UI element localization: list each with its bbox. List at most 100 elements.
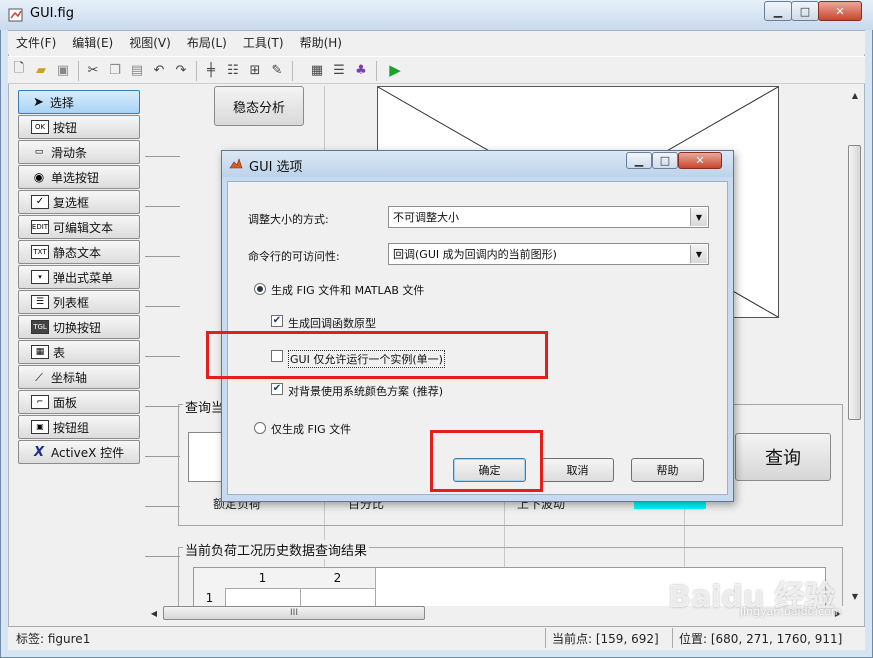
palette-axes[interactable]: ⟋ 坐标轴 xyxy=(18,365,140,389)
copy-icon[interactable]: ❐ xyxy=(106,61,124,79)
checkbox-bgcolor[interactable]: ✔ xyxy=(271,383,283,395)
checkbox-bgcolor-label[interactable]: 对背景使用系统颜色方案 (推荐) xyxy=(288,383,443,399)
baidu-watermark-url: jingyan.baidu.com xyxy=(740,605,842,618)
arrow-icon: ➤ xyxy=(33,94,44,110)
cut-icon[interactable]: ✂ xyxy=(84,61,102,79)
panel-icon: ⌐ xyxy=(31,395,49,409)
redo-icon[interactable]: ↷ xyxy=(172,61,190,79)
palette-edit-text[interactable]: EDIT 可编辑文本 xyxy=(18,215,140,239)
menu-help[interactable]: 帮助(H) xyxy=(292,34,350,51)
help-button[interactable]: 帮助 xyxy=(631,458,704,482)
close-button[interactable]: ✕ xyxy=(818,1,862,21)
editor-icon[interactable]: ▦ xyxy=(308,61,326,79)
cmdline-dropdown[interactable]: 回调(GUI 成为回调内的当前图形) ▼ xyxy=(388,243,709,265)
palette-panel[interactable]: ⌐ 面板 xyxy=(18,390,140,414)
menu-editor-icon[interactable]: ☷ xyxy=(224,61,242,79)
palette-checkbox[interactable]: ✓ 复选框 xyxy=(18,190,140,214)
dialog-maximize-button[interactable]: □ xyxy=(652,152,678,169)
checkbox-callback-label[interactable]: 生成回调函数原型 xyxy=(288,315,376,331)
minimize-button[interactable]: ▁ xyxy=(764,1,792,21)
save-icon[interactable]: ▣ xyxy=(54,61,72,79)
align-icon[interactable]: ╪ xyxy=(202,61,220,79)
palette-label: 表 xyxy=(53,345,66,360)
new-icon[interactable]: 🗋 xyxy=(10,61,28,79)
radio-fig-only-label[interactable]: 仅生成 FIG 文件 xyxy=(271,421,351,437)
toolbar-editor-icon[interactable]: ✎ xyxy=(268,61,286,79)
paste-icon[interactable]: ▤ xyxy=(128,61,146,79)
chevron-down-icon[interactable]: ▼ xyxy=(690,245,707,263)
palette-static-text[interactable]: TXT 静态文本 xyxy=(18,240,140,264)
palette-label: 切换按钮 xyxy=(53,320,102,335)
query-button[interactable]: 查询 xyxy=(735,433,831,481)
scroll-left-icon[interactable]: ◀ xyxy=(147,606,161,620)
horizontal-scroll-thumb[interactable]: III xyxy=(163,606,425,620)
component-palette: ➤ 选择 OK 按钮 ▭ 滑动条 ◉ 单选按钮 ✓ 复选框 EDIT 可编辑文本… xyxy=(10,86,142,622)
slider-icon: ▭ xyxy=(34,146,44,157)
palette-label: 按钮组 xyxy=(53,420,90,435)
table-column-header[interactable]: 1 xyxy=(225,568,301,589)
menu-layout[interactable]: 布局(L) xyxy=(179,34,235,51)
chevron-down-icon[interactable]: ▼ xyxy=(690,208,707,226)
radio-fig-only[interactable] xyxy=(254,422,266,434)
history-panel-title: 当前负荷工况历史数据查询结果 xyxy=(183,540,370,559)
menu-tools[interactable]: 工具(T) xyxy=(235,34,292,51)
activex-icon: X xyxy=(33,444,45,460)
open-folder-icon[interactable]: ▰ xyxy=(32,61,50,79)
scroll-up-icon[interactable]: ▲ xyxy=(848,88,862,102)
highlight-box-single-instance xyxy=(206,331,548,379)
dialog-close-button[interactable]: ✕ xyxy=(678,152,722,169)
property-inspector-icon[interactable]: ☰ xyxy=(330,61,348,79)
status-current-point: 当前点: [159, 692] xyxy=(552,632,659,646)
grid-tick xyxy=(145,556,180,557)
grid-tick xyxy=(145,156,180,157)
palette-listbox[interactable]: ☰ 列表框 xyxy=(18,290,140,314)
object-browser-icon[interactable]: ♣ xyxy=(352,61,370,79)
cancel-button[interactable]: 取消 xyxy=(541,458,614,482)
window-title: GUI.fig xyxy=(30,6,74,21)
checkbox-callback[interactable]: ✔ xyxy=(271,315,283,327)
palette-activex[interactable]: X ActiveX 控件 xyxy=(18,440,140,464)
title-bar[interactable] xyxy=(0,0,873,30)
palette-pushbutton[interactable]: OK 按钮 xyxy=(18,115,140,139)
palette-button-group[interactable]: ▣ 按钮组 xyxy=(18,415,140,439)
palette-label: ActiveX 控件 xyxy=(51,445,125,460)
palette-radio[interactable]: ◉ 单选按钮 xyxy=(18,165,140,189)
palette-label: 可编辑文本 xyxy=(53,220,114,235)
resize-dropdown[interactable]: 不可调整大小 ▼ xyxy=(388,206,709,228)
palette-label: 选择 xyxy=(49,95,74,110)
matlab-logo-icon xyxy=(229,158,243,169)
table-column-header[interactable]: 2 xyxy=(300,568,376,589)
button-group-icon: ▣ xyxy=(31,420,49,434)
palette-popup-menu[interactable]: ▾ 弹出式菜单 xyxy=(18,265,140,289)
vertical-scroll-thumb[interactable] xyxy=(848,145,861,420)
tab-order-icon[interactable]: ⊞ xyxy=(246,61,264,79)
toolbar-separator xyxy=(78,61,79,81)
scroll-down-icon[interactable]: ▼ xyxy=(848,589,862,603)
grid-tick xyxy=(145,256,180,257)
dialog-minimize-button[interactable]: ▁ xyxy=(626,152,652,169)
guide-app-icon xyxy=(8,8,23,22)
radio-fig-matlab-label[interactable]: 生成 FIG 文件和 MATLAB 文件 xyxy=(271,282,424,298)
run-icon[interactable]: ▶ xyxy=(386,61,404,79)
menu-file[interactable]: 文件(F) xyxy=(8,34,64,51)
pushbutton-icon: OK xyxy=(31,120,49,134)
cmdline-label: 命令行的可访问性: xyxy=(248,250,340,263)
grid-tick xyxy=(145,506,180,507)
toolbar-separator xyxy=(376,61,377,81)
palette-label: 滑动条 xyxy=(51,145,88,160)
palette-label: 复选框 xyxy=(53,195,90,210)
palette-slider[interactable]: ▭ 滑动条 xyxy=(18,140,140,164)
radio-fig-matlab[interactable] xyxy=(254,283,266,295)
query-panel-title: 查询当 xyxy=(183,397,227,416)
undo-icon[interactable]: ↶ xyxy=(150,61,168,79)
menu-edit[interactable]: 编辑(E) xyxy=(64,34,121,51)
palette-toggle[interactable]: TGL 切换按钮 xyxy=(18,315,140,339)
resize-label: 调整大小的方式: xyxy=(248,213,329,226)
steady-analysis-button[interactable]: 稳态分析 xyxy=(214,86,304,126)
palette-select[interactable]: ➤ 选择 xyxy=(18,90,140,114)
menu-view[interactable]: 视图(V) xyxy=(121,34,179,51)
highlight-box-ok xyxy=(430,430,543,492)
maximize-button[interactable]: □ xyxy=(791,1,819,21)
grid-tick xyxy=(145,456,180,457)
palette-table[interactable]: ▦ 表 xyxy=(18,340,140,364)
